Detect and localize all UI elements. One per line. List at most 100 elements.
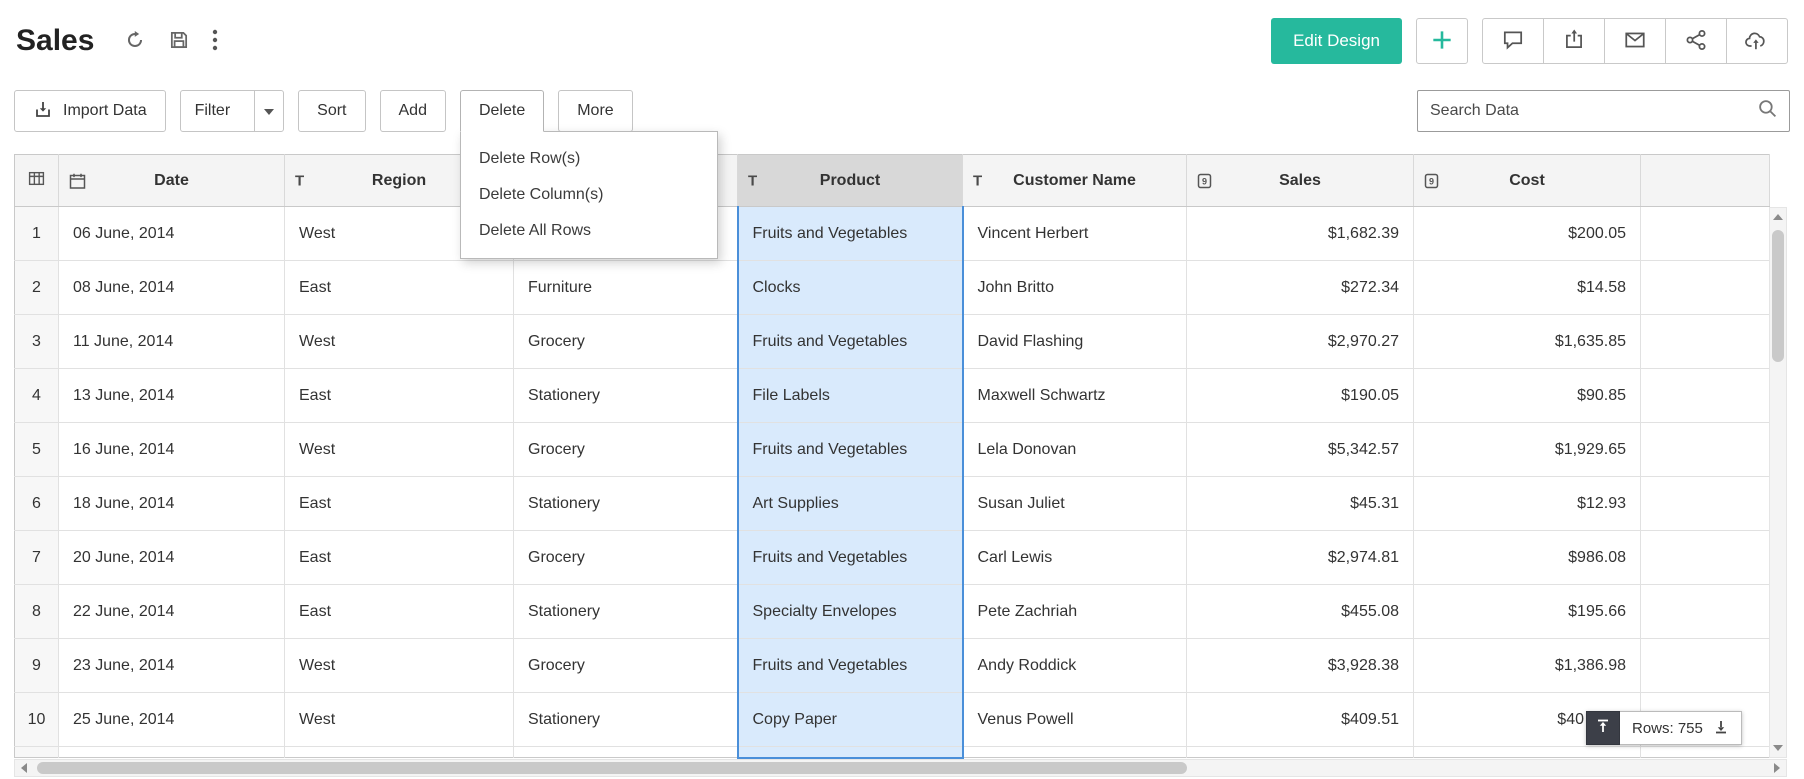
menu-item-delete-rows[interactable]: Delete Row(s) — [461, 141, 717, 177]
category-cell[interactable]: Furniture — [514, 261, 738, 315]
region-cell[interactable]: East — [285, 531, 514, 585]
horizontal-scrollbar[interactable] — [14, 759, 1787, 777]
region-cell[interactable]: East — [285, 369, 514, 423]
cost-cell[interactable]: $90.85 — [1414, 369, 1641, 423]
customer-cell[interactable]: Pete Zachriah — [963, 585, 1187, 639]
refresh-button[interactable] — [124, 29, 146, 54]
customer-cell[interactable]: Lela Donovan — [963, 423, 1187, 477]
region-cell[interactable]: West — [285, 693, 514, 747]
region-cell[interactable] — [285, 747, 514, 758]
cost-cell[interactable]: $1,386.98 — [1414, 639, 1641, 693]
product-cell[interactable] — [738, 747, 963, 758]
cost-cell[interactable]: $986.08 — [1414, 531, 1641, 585]
scroll-right-arrow[interactable] — [1769, 760, 1785, 776]
menu-item-delete-columns[interactable]: Delete Column(s) — [461, 177, 717, 213]
menu-item-delete-all-rows[interactable]: Delete All Rows — [461, 213, 717, 249]
customer-cell[interactable]: Venus Powell — [963, 693, 1187, 747]
cost-cell[interactable] — [1414, 747, 1641, 758]
edit-design-button[interactable]: Edit Design — [1271, 18, 1402, 64]
cost-cell[interactable]: $12.93 — [1414, 477, 1641, 531]
delete-button[interactable]: Delete — [460, 90, 544, 132]
column-header-cost[interactable]: 9 Cost — [1414, 155, 1641, 207]
email-button[interactable] — [1604, 18, 1666, 64]
vertical-scrollbar[interactable] — [1769, 207, 1787, 758]
product-cell[interactable]: Specialty Envelopes — [738, 585, 963, 639]
vertical-scrollbar-thumb[interactable] — [1772, 230, 1784, 362]
add-button[interactable]: Add — [380, 90, 446, 132]
region-cell[interactable]: East — [285, 477, 514, 531]
row-number-cell[interactable]: 1 — [15, 207, 59, 261]
category-cell[interactable]: Grocery — [514, 315, 738, 369]
more-button[interactable]: More — [558, 90, 632, 132]
customer-cell[interactable]: Andy Roddick — [963, 639, 1187, 693]
date-cell[interactable]: 25 June, 2014 — [59, 693, 285, 747]
row-number-cell[interactable]: 3 — [15, 315, 59, 369]
date-cell[interactable]: 20 June, 2014 — [59, 531, 285, 585]
customer-cell[interactable]: Vincent Herbert — [963, 207, 1187, 261]
product-cell[interactable]: File Labels — [738, 369, 963, 423]
scroll-down-arrow[interactable] — [1770, 740, 1786, 756]
date-cell[interactable]: 23 June, 2014 — [59, 639, 285, 693]
sales-cell[interactable]: $2,970.27 — [1187, 315, 1414, 369]
date-cell[interactable]: 06 June, 2014 — [59, 207, 285, 261]
category-cell[interactable]: Grocery — [514, 423, 738, 477]
product-cell[interactable]: Fruits and Vegetables — [738, 315, 963, 369]
product-cell[interactable]: Copy Paper — [738, 693, 963, 747]
scroll-to-bottom-button[interactable] — [1713, 719, 1729, 738]
row-number-cell[interactable]: 2 — [15, 261, 59, 315]
row-number-cell[interactable]: 4 — [15, 369, 59, 423]
date-cell[interactable]: 16 June, 2014 — [59, 423, 285, 477]
search-input[interactable] — [1430, 102, 1758, 120]
product-cell[interactable]: Clocks — [738, 261, 963, 315]
sales-cell[interactable]: $190.05 — [1187, 369, 1414, 423]
sales-cell[interactable]: $409.51 — [1187, 693, 1414, 747]
row-number-cell[interactable]: 9 — [15, 639, 59, 693]
import-data-button[interactable]: Import Data — [14, 90, 166, 132]
cost-cell[interactable]: $1,635.85 — [1414, 315, 1641, 369]
sales-cell[interactable]: $3,928.38 — [1187, 639, 1414, 693]
row-number-cell[interactable]: 5 — [15, 423, 59, 477]
product-cell[interactable]: Art Supplies — [738, 477, 963, 531]
scroll-up-arrow[interactable] — [1770, 209, 1786, 225]
cost-cell[interactable]: $195.66 — [1414, 585, 1641, 639]
column-header-date[interactable]: Date — [59, 155, 285, 207]
region-cell[interactable]: West — [285, 315, 514, 369]
product-cell[interactable]: Fruits and Vegetables — [738, 639, 963, 693]
sales-cell[interactable]: $2,974.81 — [1187, 531, 1414, 585]
product-cell[interactable]: Fruits and Vegetables — [738, 531, 963, 585]
sales-cell[interactable]: $1,682.39 — [1187, 207, 1414, 261]
sales-cell[interactable]: $5,342.57 — [1187, 423, 1414, 477]
column-header-customer[interactable]: T Customer Name — [963, 155, 1187, 207]
category-cell[interactable]: Stationery — [514, 477, 738, 531]
sales-cell[interactable]: $272.34 — [1187, 261, 1414, 315]
region-cell[interactable]: East — [285, 585, 514, 639]
region-cell[interactable]: East — [285, 261, 514, 315]
product-cell[interactable]: Fruits and Vegetables — [738, 423, 963, 477]
date-cell[interactable]: 11 June, 2014 — [59, 315, 285, 369]
select-all-header[interactable] — [15, 155, 59, 207]
row-number-cell[interactable]: 8 — [15, 585, 59, 639]
row-number-cell[interactable] — [15, 747, 59, 758]
customer-cell[interactable]: Maxwell Schwartz — [963, 369, 1187, 423]
scroll-left-arrow[interactable] — [16, 760, 32, 776]
row-number-cell[interactable]: 10 — [15, 693, 59, 747]
sales-cell[interactable]: $455.08 — [1187, 585, 1414, 639]
category-cell[interactable]: Grocery — [514, 531, 738, 585]
product-cell[interactable]: Fruits and Vegetables — [738, 207, 963, 261]
category-cell[interactable]: Stationery — [514, 369, 738, 423]
customer-cell[interactable]: John Britto — [963, 261, 1187, 315]
publish-button[interactable] — [1726, 18, 1788, 64]
sales-cell[interactable]: $45.31 — [1187, 477, 1414, 531]
customer-cell[interactable]: David Flashing — [963, 315, 1187, 369]
region-cell[interactable]: West — [285, 639, 514, 693]
cost-cell[interactable]: $1,929.65 — [1414, 423, 1641, 477]
customer-cell[interactable]: Carl Lewis — [963, 531, 1187, 585]
column-header-product[interactable]: T Product — [738, 155, 963, 207]
customer-cell[interactable] — [963, 747, 1187, 758]
category-cell[interactable]: Stationery — [514, 693, 738, 747]
comments-button[interactable] — [1482, 18, 1544, 64]
date-cell[interactable]: 22 June, 2014 — [59, 585, 285, 639]
save-button[interactable] — [168, 29, 190, 54]
sort-button[interactable]: Sort — [298, 90, 365, 132]
export-button[interactable] — [1543, 18, 1605, 64]
